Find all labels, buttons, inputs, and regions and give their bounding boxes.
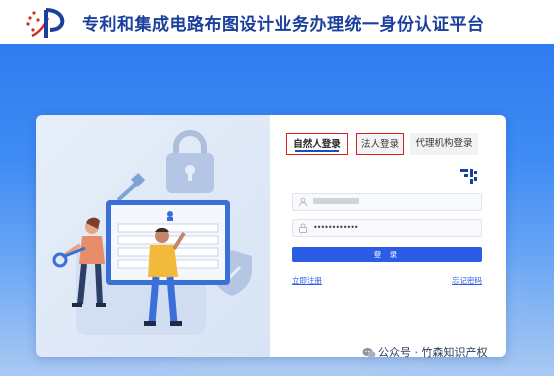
logo-emblem <box>26 8 65 38</box>
wechat-watermark: 公众号 · 竹森知识产权 <box>362 344 488 360</box>
woman-figure <box>52 217 106 307</box>
padlock-icon <box>166 130 214 193</box>
wechat-icon <box>362 348 376 358</box>
tab-personal-login[interactable]: 自然人登录 <box>286 133 348 155</box>
page-header: 专利和集成电路布图设计业务办理统一身份认证平台 <box>0 0 554 44</box>
username-value <box>313 194 473 210</box>
user-icon <box>299 197 307 207</box>
forgot-password-link[interactable]: 忘记密码 <box>452 275 482 286</box>
tab-agency-login[interactable]: 代理机构登录 <box>410 133 478 155</box>
register-link[interactable]: 立即注册 <box>292 275 322 286</box>
illustration-panel <box>36 115 270 357</box>
login-button[interactable]: 登 录 <box>292 247 482 262</box>
password-field[interactable]: •••••••••••• <box>292 219 482 237</box>
qr-code-icon[interactable] <box>458 167 478 187</box>
login-form-panel: 自然人登录 法人登录 代理机构登录 •••••••••••• 登 录 立即注册 … <box>270 115 506 357</box>
login-card: 自然人登录 法人登录 代理机构登录 •••••••••••• 登 录 立即注册 … <box>36 115 506 357</box>
redacted-username <box>313 197 359 204</box>
key-icon <box>116 172 146 202</box>
password-value: •••••••••••• <box>313 223 359 232</box>
watermark-text: 公众号 · 竹森知识产权 <box>378 346 488 359</box>
login-illustration <box>52 130 252 335</box>
lock-icon <box>299 223 307 233</box>
username-field[interactable] <box>292 193 482 211</box>
site-title: 专利和集成电路布图设计业务办理统一身份认证平台 <box>82 15 485 35</box>
tab-legal-person-login[interactable]: 法人登录 <box>356 133 404 155</box>
